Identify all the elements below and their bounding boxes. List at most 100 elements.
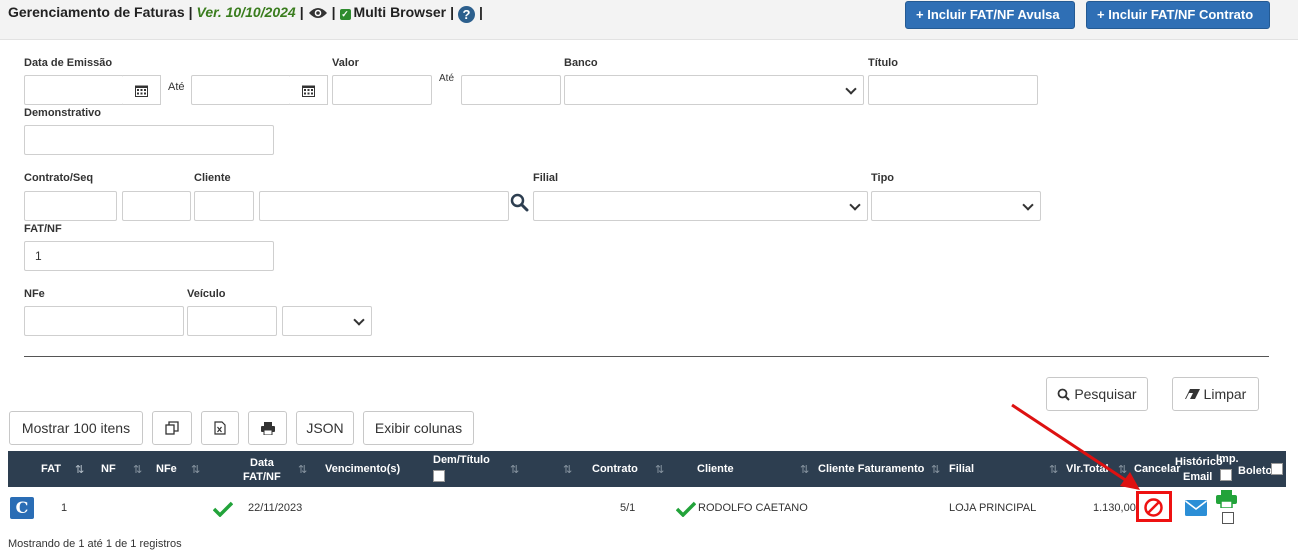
calendar-button-end[interactable] (290, 75, 328, 105)
col-cliente-faturamento[interactable]: Cliente Faturamento (818, 463, 924, 475)
add-fat-contrato-button[interactable]: + Incluir FAT/NF Contrato (1086, 1, 1270, 29)
print-button[interactable] (248, 411, 287, 445)
copy-button[interactable] (152, 411, 192, 445)
veiculo-select[interactable] (282, 306, 372, 336)
label-data-emissao: Data de Emissão (24, 57, 113, 69)
limpar-label: Limpar (1203, 386, 1247, 402)
col-boleto: Boleto (1238, 465, 1273, 477)
cell-contrato[interactable]: 5/1 (620, 502, 635, 514)
imp-row-checkbox[interactable] (1222, 512, 1234, 524)
chevron-down-icon (353, 314, 365, 326)
col-fat[interactable]: FAT (41, 463, 61, 475)
add-fat-avulsa-button[interactable]: + Incluir FAT/NF Avulsa (905, 1, 1075, 29)
page-title: Gerenciamento de Faturas (8, 4, 185, 20)
sort-icon[interactable]: ⇅ (191, 463, 200, 476)
sort-asc-icon[interactable]: ⇅ (75, 463, 84, 476)
divider (24, 356, 1269, 357)
limpar-button[interactable]: Limpar (1172, 377, 1259, 411)
plus-icon: + (1097, 7, 1105, 22)
check-icon (213, 501, 233, 517)
col-data-l2[interactable]: FAT/NF (243, 471, 281, 483)
col-cliente[interactable]: Cliente (697, 463, 734, 475)
data-emissao-start-input[interactable] (24, 75, 124, 105)
calendar-button-start[interactable] (123, 75, 161, 105)
banco-select[interactable] (564, 75, 864, 105)
chevron-down-icon (849, 199, 861, 211)
cliente-code-input[interactable] (194, 191, 254, 221)
filial-select[interactable] (533, 191, 868, 221)
status-badge[interactable]: C (10, 497, 34, 519)
mostrar-itens-button[interactable]: Mostrar 100 itens (9, 411, 143, 445)
label-banco: Banco (564, 57, 598, 69)
cell-cliente: RODOLFO CAETANO (698, 502, 808, 514)
cell-fat: 1 (61, 502, 68, 514)
dem-titulo-checkbox[interactable] (433, 470, 445, 482)
col-imp: Imp. (1216, 453, 1239, 465)
cliente-name-input[interactable] (259, 191, 509, 221)
col-vencimento[interactable]: Vencimento(s) (325, 463, 400, 475)
arrow-annotation (1011, 403, 1140, 490)
col-dem-titulo[interactable]: Dem/Título (433, 454, 490, 466)
imp-all-checkbox[interactable] (1220, 469, 1232, 481)
valor-start-input[interactable] (332, 75, 432, 105)
col-contrato[interactable]: Contrato (592, 463, 638, 475)
valor-end-input[interactable] (461, 75, 561, 105)
sort-icon[interactable]: ⇅ (800, 463, 809, 476)
add-fat-avulsa-label: Incluir FAT/NF Avulsa (927, 7, 1060, 22)
veiculo-input[interactable] (187, 306, 277, 336)
calendar-icon (135, 85, 148, 97)
col-filial[interactable]: Filial (949, 463, 974, 475)
printer-icon (260, 422, 275, 436)
col-nfe[interactable]: NFe (156, 463, 177, 475)
titulo-input[interactable] (868, 75, 1038, 105)
eraser-icon (1184, 389, 1200, 399)
label-tipo: Tipo (871, 172, 895, 184)
tipo-select[interactable] (871, 191, 1041, 221)
seq-input[interactable] (122, 191, 191, 221)
boleto-all-checkbox[interactable] (1271, 463, 1283, 475)
contrato-input[interactable] (24, 191, 117, 221)
label-demonstrativo: Demonstrativo (24, 107, 102, 119)
table-footer: Mostrando de 1 até 1 de 1 registros (8, 538, 182, 550)
json-button[interactable]: JSON (296, 411, 354, 445)
plus-icon: + (916, 7, 924, 22)
sort-icon[interactable]: ⇅ (133, 463, 142, 476)
data-emissao-end-input[interactable] (191, 75, 291, 105)
chevron-down-icon (845, 83, 857, 95)
search-icon[interactable] (510, 193, 529, 212)
label-valor: Valor (332, 57, 359, 69)
excel-button[interactable] (201, 411, 239, 445)
sort-icon[interactable]: ⇅ (298, 463, 307, 476)
eye-icon[interactable] (308, 6, 328, 23)
calendar-icon (302, 85, 315, 97)
nfe-input[interactable] (24, 306, 184, 336)
exibir-colunas-button[interactable]: Exibir colunas (363, 411, 474, 445)
ate-label-valor: Até (439, 73, 455, 84)
version-label: Ver. 10/10/2024 (196, 4, 296, 20)
sort-icon[interactable]: ⇅ (931, 463, 940, 476)
cancel-icon[interactable] (1143, 497, 1164, 518)
help-icon[interactable]: ? (458, 6, 476, 23)
email-icon[interactable] (1185, 500, 1207, 516)
multi-browser-checkbox[interactable]: ✓ (339, 9, 351, 20)
excel-icon (214, 421, 226, 435)
label-nfe: NFe (24, 288, 45, 300)
sort-icon[interactable]: ⇅ (655, 463, 664, 476)
sort-icon[interactable]: ⇅ (563, 463, 572, 476)
cell-filial: LOJA PRINCIPAL (949, 502, 1037, 514)
label-titulo: Título (868, 57, 898, 69)
fat-nf-value: 1 (35, 249, 42, 263)
title-line: Gerenciamento de Faturas | Ver. 10/10/2024… (8, 4, 483, 23)
printer-icon[interactable] (1216, 490, 1237, 508)
col-nf[interactable]: NF (101, 463, 116, 475)
col-data-l1[interactable]: Data (250, 457, 274, 469)
add-fat-contrato-label: Incluir FAT/NF Contrato (1108, 7, 1254, 22)
demonstrativo-input[interactable] (24, 125, 274, 155)
ate-label-date: Até (168, 81, 185, 93)
sort-icon[interactable]: ⇅ (510, 463, 519, 476)
fat-nf-input[interactable]: 1 (24, 241, 274, 271)
label-cliente: Cliente (194, 172, 231, 184)
cell-data: 22/11/2023 (248, 502, 303, 514)
header-bar: Gerenciamento de Faturas | Ver. 10/10/2024… (0, 0, 1298, 40)
label-filial: Filial (533, 172, 559, 184)
